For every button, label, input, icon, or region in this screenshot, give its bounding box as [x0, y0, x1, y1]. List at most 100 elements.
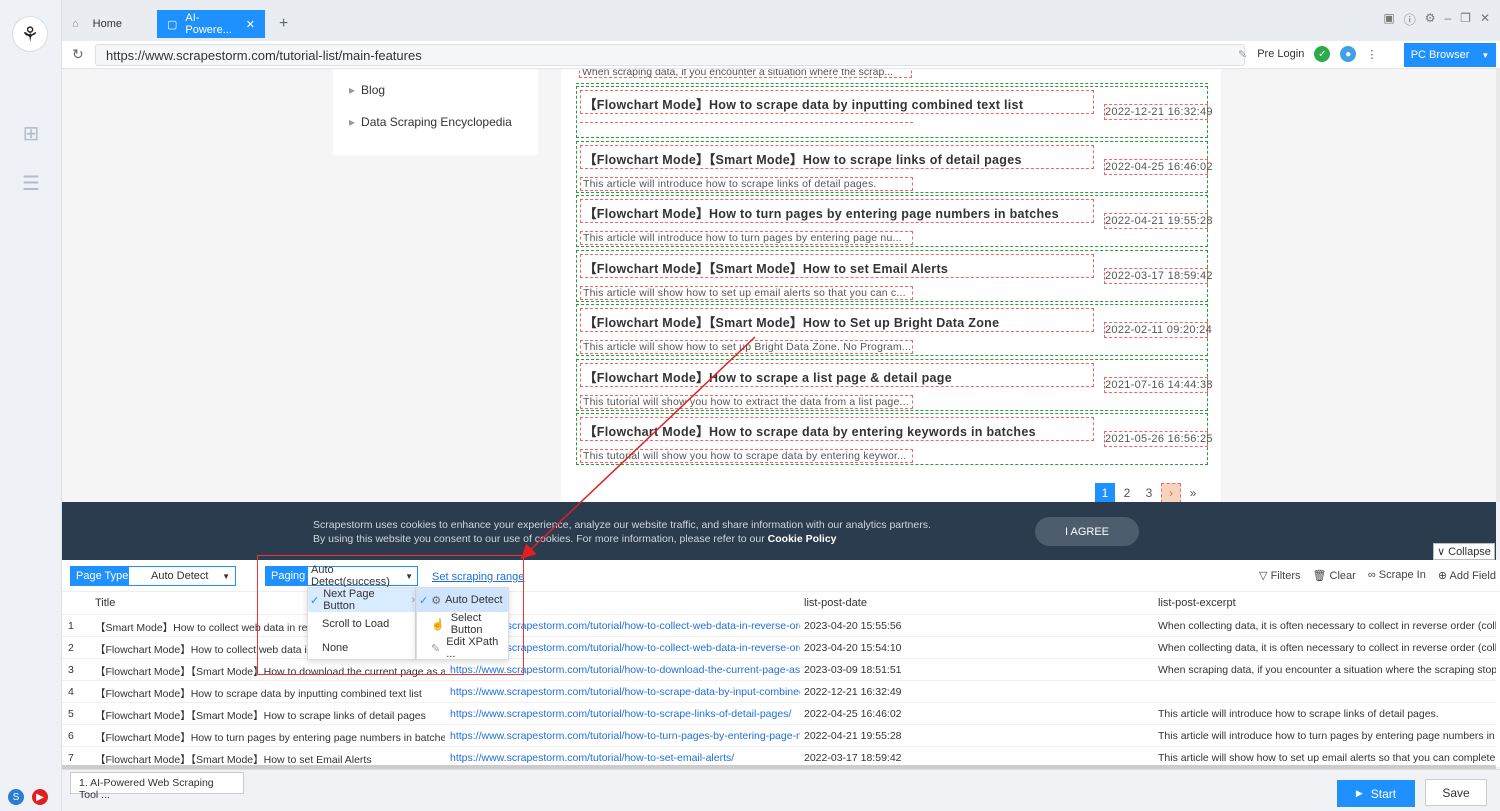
- cookie-policy-link[interactable]: Cookie Policy: [768, 533, 837, 545]
- pagination: 1 2 3 › »: [1095, 483, 1203, 502]
- restore-icon[interactable]: ❐: [1460, 11, 1471, 28]
- filters-button[interactable]: ▽ Filters: [1259, 569, 1300, 582]
- article-title[interactable]: 【Flowchart Mode】How to scrape data by in…: [580, 90, 1094, 114]
- start-button[interactable]: ▶ Start: [1337, 780, 1415, 807]
- trash-icon: 🗑: [1312, 570, 1330, 582]
- page-3[interactable]: 3: [1139, 483, 1159, 502]
- cell-title[interactable]: 【Flowchart Mode】How to scrape data by in…: [95, 686, 445, 701]
- row-number: 2: [68, 642, 74, 654]
- highlight-box: [257, 555, 524, 675]
- cookie-line-1: Scrapestorm uses cookies to enhance your…: [313, 519, 931, 531]
- double-chevron-down-icon: ∨: [1437, 546, 1446, 558]
- youtube-icon[interactable]: ▶: [32, 789, 48, 805]
- row-number: 3: [68, 664, 74, 676]
- pc-browser-button[interactable]: PC Browser ▼: [1404, 43, 1496, 67]
- tab-bar: ⌂ Home ▢ AI-Powere... ✕ + ▣ ⓘ ⚙ – ❐ ✕: [62, 0, 1500, 41]
- page-2[interactable]: 2: [1117, 483, 1137, 502]
- table-row[interactable]: 4 【Flowchart Mode】How to scrape data by i…: [62, 680, 1496, 702]
- more-menu-icon[interactable]: ⋮: [1366, 48, 1377, 61]
- tab-home[interactable]: ⌂ Home: [62, 10, 157, 38]
- article-title[interactable]: 【Flowchart Mode】【Smart Mode】How to Set u…: [580, 308, 1094, 332]
- col-title[interactable]: Title: [95, 592, 115, 614]
- cell-excerpt[interactable]: When scraping data, if you encounter a s…: [1158, 664, 1496, 676]
- cell-date[interactable]: 2022-04-21 19:55:28: [804, 730, 954, 742]
- article-entry[interactable]: 【Flowchart Mode】How to scrape a list pag…: [576, 358, 1213, 411]
- cell-date[interactable]: 2023-04-20 15:54:10: [804, 642, 954, 654]
- gift-icon[interactable]: ▣: [1383, 11, 1394, 28]
- layers-icon[interactable]: ☰: [18, 170, 44, 196]
- pc-browser-label: PC Browser: [1410, 49, 1470, 61]
- new-task-icon[interactable]: ⊞: [18, 120, 44, 146]
- pre-login-button[interactable]: Pre Login: [1257, 48, 1304, 60]
- article-entry[interactable]: 【Flowchart Mode】【Smart Mode】How to scrap…: [576, 140, 1213, 193]
- link-icon: ∞: [1367, 569, 1379, 581]
- cookie-banner: Scrapestorm uses cookies to enhance your…: [62, 502, 1496, 560]
- cell-excerpt[interactable]: When collecting data, it is often necess…: [1158, 642, 1496, 654]
- cell-date[interactable]: 2022-04-25 16:46:02: [804, 708, 954, 720]
- cell-url[interactable]: https://www.scrapestorm.com/tutorial/how…: [450, 708, 800, 720]
- cell-date[interactable]: 2022-12-21 16:32:49: [804, 686, 954, 698]
- cell-date[interactable]: 2022-03-17 18:59:42: [804, 752, 954, 764]
- url-input[interactable]: https://www.scrapestorm.com/tutorial-lis…: [95, 44, 1245, 66]
- cookie-line-2: By using this website you consent to our…: [313, 533, 768, 545]
- cell-title[interactable]: 【Flowchart Mode】【Smart Mode】How to scrap…: [95, 708, 445, 723]
- article-excerpt: This tutorial will show you how to extra…: [580, 394, 913, 409]
- col-excerpt[interactable]: list-post-excerpt: [1158, 592, 1236, 614]
- collapse-button[interactable]: ∨ Collapse: [1433, 543, 1495, 560]
- cell-url[interactable]: https://www.scrapestorm.com/tutorial/how…: [450, 686, 800, 698]
- article-title[interactable]: 【Flowchart Mode】【Smart Mode】How to scrap…: [580, 144, 1094, 169]
- edit-url-icon[interactable]: ✎: [1238, 48, 1247, 61]
- top-excerpt: When scraping data, if you encounter a s…: [579, 69, 912, 78]
- save-button[interactable]: Save: [1425, 779, 1487, 806]
- article-entry[interactable]: 【Flowchart Mode】【Smart Mode】How to set E…: [576, 249, 1213, 302]
- page-1[interactable]: 1: [1095, 483, 1115, 502]
- article-entry[interactable]: 【Flowchart Mode】How to scrape data by in…: [576, 86, 1213, 138]
- article-title[interactable]: 【Flowchart Mode】How to turn pages by ent…: [580, 199, 1094, 223]
- cell-excerpt[interactable]: This article will introduce how to turn …: [1158, 730, 1496, 742]
- refresh-icon[interactable]: ↻: [72, 46, 84, 63]
- cell-excerpt[interactable]: This article will introduce how to scrap…: [1158, 708, 1496, 720]
- last-page-button[interactable]: »: [1183, 483, 1203, 502]
- web-page-view: ▸ Blog ▸ Data Scraping Encyclopedia When s…: [62, 69, 1496, 502]
- extension-green-icon[interactable]: ✓: [1314, 46, 1331, 62]
- cell-url[interactable]: https://www.scrapestorm.com/tutorial/how…: [450, 730, 800, 742]
- article-title[interactable]: 【Flowchart Mode】How to scrape data by en…: [580, 417, 1094, 441]
- row-number: 1: [68, 620, 74, 632]
- article-entry[interactable]: 【Flowchart Mode】【Smart Mode】How to Set u…: [576, 304, 1212, 356]
- article-title[interactable]: 【Flowchart Mode】【Smart Mode】How to set E…: [580, 253, 1094, 278]
- next-page-button[interactable]: ›: [1161, 483, 1181, 502]
- close-window-icon[interactable]: ✕: [1480, 11, 1490, 28]
- cell-title[interactable]: 【Flowchart Mode】How to turn pages by ent…: [95, 730, 445, 745]
- app-logo-icon[interactable]: ⚘: [12, 16, 48, 52]
- col-date[interactable]: list-post-date: [804, 592, 867, 614]
- table-row[interactable]: 6 【Flowchart Mode】How to turn pages by en…: [62, 724, 1496, 746]
- skype-icon[interactable]: S: [8, 789, 24, 805]
- scrape-in-button[interactable]: ∞ Scrape In: [1368, 569, 1426, 582]
- task-tab[interactable]: 1. AI-Powered Web Scraping Tool ...: [70, 772, 244, 801]
- page-scrollbar[interactable]: [1496, 69, 1500, 502]
- cell-excerpt[interactable]: When collecting data, it is often necess…: [1158, 620, 1496, 632]
- menu-item-encyclopedia[interactable]: ▸ Data Scraping Encyclopedia: [349, 115, 512, 129]
- site-side-menu: ▸ Blog ▸ Data Scraping Encyclopedia: [333, 69, 538, 155]
- cell-date[interactable]: 2023-04-20 15:55:56: [804, 620, 954, 632]
- clear-button[interactable]: 🗑 Clear: [1313, 569, 1356, 582]
- cell-excerpt[interactable]: This article will show how to set up ema…: [1158, 752, 1496, 764]
- article-entry[interactable]: 【Flowchart Mode】How to turn pages by ent…: [576, 195, 1213, 247]
- chevron-down-icon: ▼: [1481, 50, 1490, 60]
- tab-active[interactable]: ▢ AI-Powere... ✕: [157, 10, 265, 38]
- minimize-icon[interactable]: –: [1444, 11, 1451, 28]
- cell-url[interactable]: https://www.scrapestorm.com/tutorial/how…: [450, 752, 800, 764]
- add-field-button[interactable]: ⊕ Add Field: [1438, 569, 1496, 582]
- article-entry[interactable]: 【Flowchart Mode】How to scrape data by en…: [576, 413, 1213, 465]
- new-tab-icon[interactable]: +: [269, 10, 289, 38]
- close-tab-icon[interactable]: ✕: [246, 18, 255, 31]
- cell-date[interactable]: 2023-03-09 18:51:51: [804, 664, 954, 676]
- settings-icon[interactable]: ⚙: [1425, 11, 1436, 28]
- help-icon[interactable]: ⓘ: [1404, 11, 1416, 28]
- table-row[interactable]: 5 【Flowchart Mode】【Smart Mode】How to scra…: [62, 702, 1496, 724]
- page-type-select[interactable]: Auto Detect ▼: [128, 566, 236, 586]
- extension-blue-icon[interactable]: ●: [1340, 46, 1357, 62]
- article-title[interactable]: 【Flowchart Mode】How to scrape a list pag…: [580, 362, 1094, 387]
- agree-button[interactable]: I AGREE: [1035, 517, 1139, 546]
- menu-item-blog[interactable]: ▸ Blog: [349, 83, 385, 97]
